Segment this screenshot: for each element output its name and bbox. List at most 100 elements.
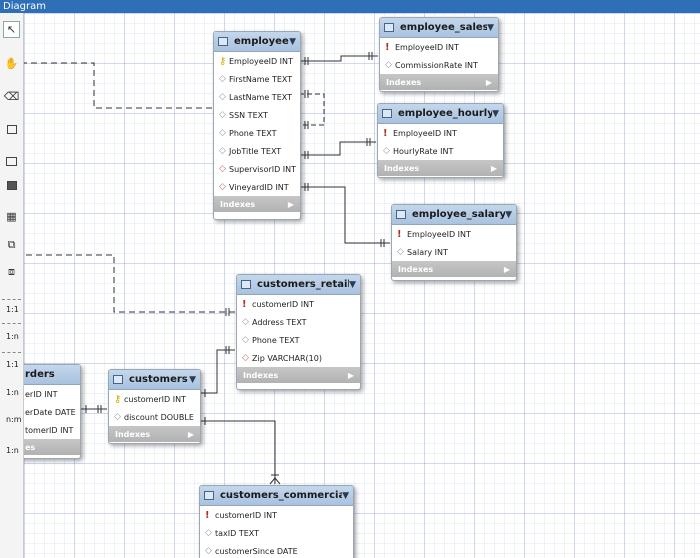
chevron-down-icon[interactable]: ▼ xyxy=(342,491,349,501)
column-row[interactable]: ◇ LastName TEXT xyxy=(214,88,300,106)
column-row[interactable]: ! customerID INT xyxy=(237,295,360,313)
indexes-footer[interactable]: Indexes ▶ xyxy=(378,160,503,176)
indexes-footer[interactable]: Indexes ▶ xyxy=(237,367,360,383)
table-employee-hourly[interactable]: employee_hourly ▼ ! EmployeeID INT ◇ Hourly… xyxy=(377,103,504,178)
expand-arrow-icon[interactable]: ▶ xyxy=(188,430,194,439)
column-row[interactable]: ◇ Phone TEXT xyxy=(237,331,360,349)
table-customers-commercial[interactable]: customers_commercial ▼ ! customerID INT ◇ t… xyxy=(199,485,354,558)
foreign-key-diamond-icon: ◇ xyxy=(219,182,226,192)
table-header[interactable]: customers_commercial ▼ xyxy=(200,486,353,506)
column-row[interactable]: ◇ SSN TEXT xyxy=(214,106,300,124)
chevron-down-icon[interactable]: ▼ xyxy=(487,23,494,33)
expand-arrow-icon[interactable]: ▶ xyxy=(486,78,492,87)
table-icon xyxy=(384,23,394,32)
column-row[interactable]: ◇ VineyardID INT xyxy=(214,178,300,196)
expand-arrow-icon[interactable]: ▶ xyxy=(491,164,497,173)
toolbar-divider xyxy=(2,352,21,353)
column-row[interactable]: ◇ CommissionRate INT xyxy=(380,56,498,74)
column-row[interactable]: ◇ SupervisorID INT xyxy=(214,160,300,178)
toolbar-divider xyxy=(2,299,21,300)
chevron-down-icon[interactable]: ▼ xyxy=(349,280,356,290)
column-row[interactable]: ◇ customerSince DATE xyxy=(200,542,353,558)
foreign-primary-key-icon: ! xyxy=(205,509,210,521)
column-row[interactable]: ◇ Salary INT xyxy=(392,243,516,261)
expand-arrow-icon[interactable]: ▶ xyxy=(288,200,294,209)
table-header[interactable]: rders xyxy=(24,365,80,385)
indexes-footer[interactable]: Indexes ▶ xyxy=(109,426,200,442)
table-header[interactable]: employee ▼ xyxy=(214,32,300,52)
foreign-primary-key-icon: ! xyxy=(242,298,247,310)
relation-1-1-tool[interactable]: 1:1 xyxy=(6,305,19,314)
routine-tool-icon[interactable]: ⧈ xyxy=(3,263,20,280)
column-diamond-icon: ◇ xyxy=(205,546,212,556)
foreign-primary-key-icon: ! xyxy=(383,127,388,139)
rel-customers-commercial xyxy=(199,420,276,484)
table-header[interactable]: employee_salary ▼ xyxy=(392,205,516,225)
column-row[interactable]: ◇ FirstName TEXT xyxy=(214,70,300,88)
rel-employee-salary xyxy=(299,186,390,244)
column-row[interactable]: erID INT xyxy=(24,385,80,403)
layer-tool-icon[interactable] xyxy=(3,121,20,138)
column-row[interactable]: ! EmployeeID INT xyxy=(378,124,503,142)
view-tool-icon[interactable]: ⧉ xyxy=(3,236,20,253)
indexes-footer[interactable]: Indexes ▶ xyxy=(392,261,516,277)
chevron-down-icon[interactable]: ▼ xyxy=(189,375,196,385)
chevron-down-icon[interactable]: ▼ xyxy=(505,210,512,220)
table-header[interactable]: customers_retail ▼ xyxy=(237,275,360,295)
note-tool-icon[interactable] xyxy=(3,153,20,170)
column-row[interactable]: ◇ JobTitle TEXT xyxy=(214,142,300,160)
column-row[interactable]: ⚷ customerID INT xyxy=(109,390,200,408)
table-employee[interactable]: employee ▼ ⚷ EmployeeID INT ◇ FirstName TEX… xyxy=(213,31,301,220)
column-row[interactable]: ◇ taxID TEXT xyxy=(200,524,353,542)
column-row[interactable]: tomerID INT xyxy=(24,421,80,439)
pointer-tool-icon[interactable]: ↖ xyxy=(3,21,20,38)
column-row[interactable]: ◇ HourlyRate INT xyxy=(378,142,503,160)
column-row[interactable]: ⚷ EmployeeID INT xyxy=(214,52,300,70)
indexes-footer[interactable]: Indexes ▶ xyxy=(214,196,300,212)
diagram-canvas[interactable]: employee ▼ ⚷ EmployeeID INT ◇ FirstName TEX… xyxy=(24,13,700,558)
column-label: erID INT xyxy=(25,389,58,399)
relation-1-1-id-tool[interactable]: 1:1 xyxy=(6,360,19,369)
table-orders[interactable]: rders erID INT erDate DATE tomerID INT e… xyxy=(24,364,81,459)
rel-retail-left xyxy=(24,254,235,313)
table-employee-salary[interactable]: employee_salary ▼ ! EmployeeID INT ◇ Salary… xyxy=(391,204,517,281)
table-name: customers_retail xyxy=(257,279,350,290)
table-tool-icon[interactable]: ▦ xyxy=(3,208,20,225)
column-row[interactable]: ◇ discount DOUBLE xyxy=(109,408,200,426)
table-name: rders xyxy=(25,369,55,380)
indexes-footer[interactable]: Indexes ▶ xyxy=(380,74,498,90)
table-header[interactable]: employee_hourly ▼ xyxy=(378,104,503,124)
column-label: Zip VARCHAR(10) xyxy=(252,353,322,363)
image-tool-icon[interactable] xyxy=(3,177,20,194)
table-icon xyxy=(204,491,214,500)
column-diamond-icon: ◇ xyxy=(219,146,226,156)
table-employee-sales[interactable]: employee_sales ▼ ! EmployeeID INT ◇ Commiss… xyxy=(379,17,499,92)
relation-n-m-tool[interactable]: n:m xyxy=(6,415,22,424)
relation-1-n-tool[interactable]: 1:n xyxy=(6,332,19,341)
column-row[interactable]: ◇ Phone TEXT xyxy=(214,124,300,142)
table-header[interactable]: employee_sales ▼ xyxy=(380,18,498,38)
relation-existing-tool[interactable]: 1:n xyxy=(6,446,19,455)
indexes-footer[interactable]: es xyxy=(24,439,80,455)
column-diamond-icon: ◇ xyxy=(219,110,226,120)
chevron-down-icon[interactable]: ▼ xyxy=(289,37,296,47)
eraser-tool-icon[interactable]: ⌫ xyxy=(3,88,20,105)
column-label: FirstName TEXT xyxy=(229,74,293,84)
table-customers[interactable]: customers ▼ ⚷ customerID INT ◇ discount DOU… xyxy=(108,369,201,444)
column-row[interactable]: ! EmployeeID INT xyxy=(380,38,498,56)
chevron-down-icon[interactable]: ▼ xyxy=(492,109,499,119)
table-header[interactable]: customers ▼ xyxy=(109,370,200,390)
indexes-label: Indexes xyxy=(115,429,151,439)
expand-arrow-icon[interactable]: ▶ xyxy=(348,371,354,380)
tool-palette: ↖ ✋ ⌫ ▦ ⧉ ⧈ 1:1 1:n 1:1 1:n n:m 1:n xyxy=(0,13,24,558)
column-row[interactable]: ◇ Zip VARCHAR(10) xyxy=(237,349,360,367)
primary-key-icon: ⚷ xyxy=(219,55,227,67)
table-customers-retail[interactable]: customers_retail ▼ ! customerID INT ◇ Addre… xyxy=(236,274,361,390)
hand-tool-icon[interactable]: ✋ xyxy=(3,55,20,72)
column-row[interactable]: ◇ Address TEXT xyxy=(237,313,360,331)
column-row[interactable]: ! EmployeeID INT xyxy=(392,225,516,243)
relation-1-n-id-tool[interactable]: 1:n xyxy=(6,388,19,397)
expand-arrow-icon[interactable]: ▶ xyxy=(504,265,510,274)
column-row[interactable]: erDate DATE xyxy=(24,403,80,421)
column-row[interactable]: ! customerID INT xyxy=(200,506,353,524)
